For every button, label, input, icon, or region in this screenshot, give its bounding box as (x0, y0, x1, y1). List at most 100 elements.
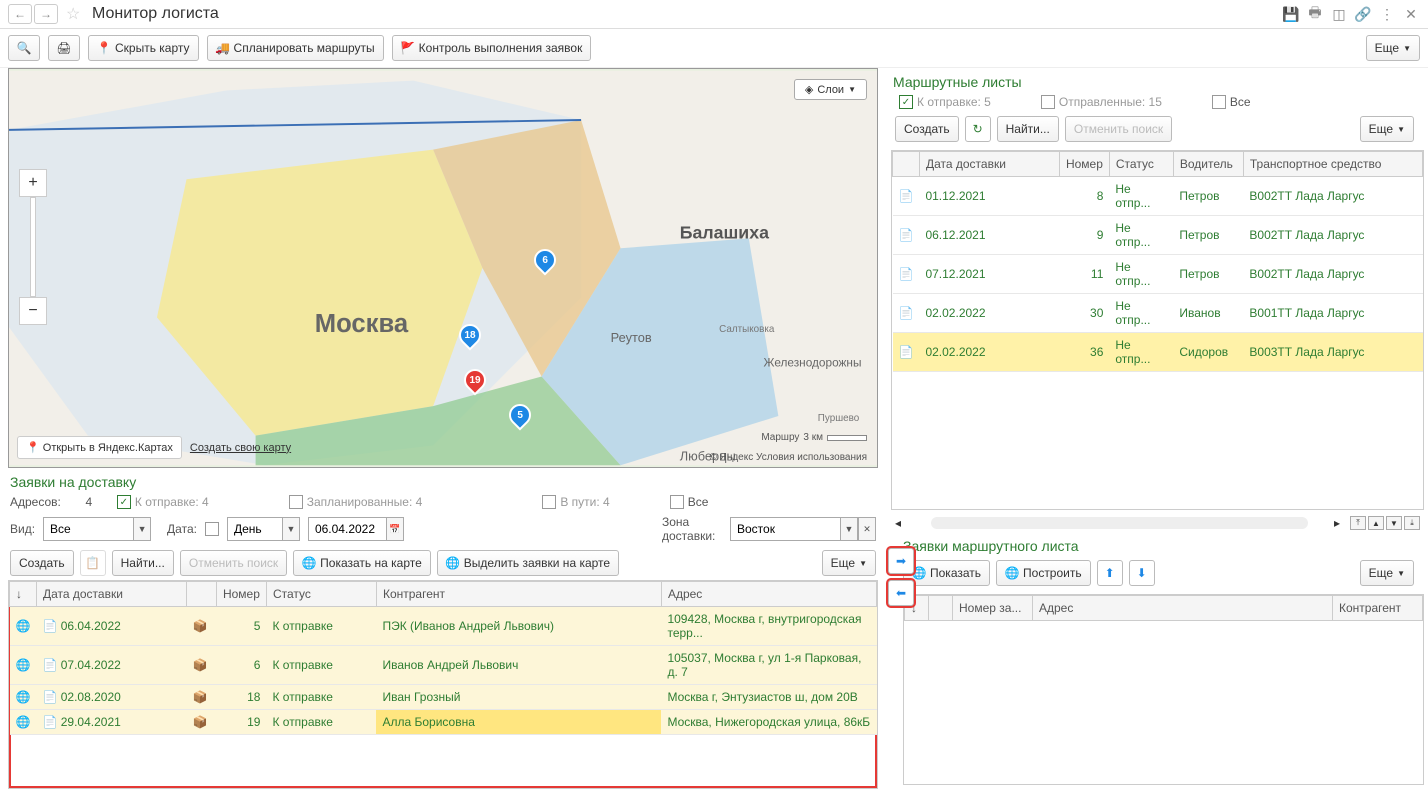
zone-dropdown[interactable]: ▼ (840, 517, 858, 541)
find-order-button[interactable]: Найти... (112, 550, 174, 576)
table-row[interactable]: 📄02.02.202230Не отпр...ИвановВ001ТТ Лада… (893, 294, 1423, 333)
table-row[interactable]: 🌐📄 29.04.2021📦19К отправкеАлла Борисовна… (10, 710, 877, 735)
zone-select[interactable] (730, 517, 840, 541)
svg-text:Пуршево: Пуршево (818, 413, 860, 424)
new-window-icon[interactable]: ◫ (1330, 5, 1348, 23)
nav-down[interactable]: ▼ (1386, 516, 1402, 530)
nav-forward-button[interactable]: → (34, 4, 58, 24)
printer-icon: 🖨 (57, 41, 71, 55)
view-label: Вид: (10, 522, 35, 536)
show-on-map-button[interactable]: 🌐Показать на карте (293, 550, 431, 576)
build-route-button[interactable]: 🌐Построить (996, 560, 1091, 586)
flag-icon: 🚩 (401, 41, 415, 55)
view-select-dropdown[interactable]: ▼ (133, 517, 151, 541)
checkbox-route-sent[interactable] (1041, 95, 1055, 109)
routes-more-button[interactable]: Еще ▼ (1360, 116, 1414, 142)
search-button[interactable]: 🔍 (8, 35, 40, 61)
checkbox-date[interactable] (205, 522, 219, 536)
card-view-button[interactable]: 📋 (80, 550, 106, 576)
map-marker-6[interactable]: 6 (534, 249, 556, 277)
table-row[interactable]: 🌐📄 06.04.2022📦5К отправкеПЭК (Иванов Анд… (10, 607, 877, 646)
move-down-button[interactable]: ⬇ (1129, 560, 1155, 586)
date-input[interactable] (308, 517, 386, 541)
zoom-in-button[interactable]: + (19, 169, 47, 197)
map-area[interactable]: Москва Балашиха Реутов Железнодорожны Лю… (8, 68, 878, 468)
orders-table[interactable]: ↓ Дата доставки Номер Статус Контрагент … (8, 580, 878, 789)
checkbox-route-to-send[interactable]: ✓ (899, 95, 913, 109)
date-label: Дата: (167, 522, 197, 536)
more-button[interactable]: Еще ▼ (1366, 35, 1420, 61)
nav-up[interactable]: ▲ (1368, 516, 1384, 530)
globe-icon: 🌐 (912, 566, 926, 580)
hide-map-button[interactable]: 📍Скрыть карту (88, 35, 199, 61)
transfer-right-button[interactable]: ➡ (888, 548, 914, 574)
svg-text:Салтыковка: Салтыковка (719, 324, 775, 335)
link-icon[interactable]: 🔗 (1354, 5, 1372, 23)
print-icon[interactable]: 🖶 (1306, 5, 1324, 23)
map-marker-18[interactable]: 18 (459, 324, 481, 352)
map-layers-button[interactable]: ◈ Слои ▼ (794, 79, 867, 100)
control-orders-button[interactable]: 🚩Контроль выполнения заявок (392, 35, 592, 61)
checkbox-all[interactable] (670, 495, 684, 509)
routes-hscroll[interactable] (931, 517, 1308, 529)
nav-back-button[interactable]: ← (8, 4, 32, 24)
date-mode-dropdown[interactable]: ▼ (282, 517, 300, 541)
checkbox-to-send[interactable]: ✓ (117, 495, 131, 509)
routes-table[interactable]: Дата доставки Номер Статус Водитель Тран… (891, 150, 1424, 510)
checkbox-planned[interactable] (289, 495, 303, 509)
page-title: Монитор логиста (92, 5, 1282, 23)
orders-more-button[interactable]: Еще ▼ (822, 550, 876, 576)
transfer-left-button[interactable]: ⬅ (888, 580, 914, 606)
map-marker-5[interactable]: 5 (509, 404, 531, 432)
move-up-button[interactable]: ⬆ (1097, 560, 1123, 586)
address-count-value: 4 (69, 495, 109, 509)
find-route-button[interactable]: Найти... (997, 116, 1059, 142)
address-count-label: Адресов: (10, 495, 61, 509)
table-row[interactable]: 📄01.12.20218Не отпр...ПетровВ002ТТ Лада … (893, 177, 1423, 216)
table-row[interactable]: 🌐📄 02.08.2020📦18К отправкеИван ГрозныйМо… (10, 685, 877, 710)
date-mode-select[interactable] (227, 517, 282, 541)
search-icon: 🔍 (17, 41, 31, 55)
create-map-link[interactable]: Создать свою карту (190, 442, 291, 454)
show-route-order-button[interactable]: 🌐Показать (903, 560, 990, 586)
close-icon[interactable]: ✕ (1402, 5, 1420, 23)
top-toolbar: 🔍 🖨 📍Скрыть карту 🚚Спланировать маршруты… (0, 29, 1428, 68)
svg-text:Балашиха: Балашиха (680, 222, 769, 242)
pin-icon: 📍 (97, 41, 111, 55)
nav-first[interactable]: ⤒ (1350, 516, 1366, 530)
calendar-icon[interactable]: 📅 (386, 517, 404, 541)
more-menu-icon[interactable]: ⋮ (1378, 5, 1396, 23)
plan-routes-button[interactable]: 🚚Спланировать маршруты (207, 35, 384, 61)
table-row[interactable]: 📄02.02.202236Не отпр...СидоровВ003ТТ Лад… (893, 333, 1423, 372)
zone-clear[interactable]: ✕ (858, 517, 876, 541)
open-yandex-button[interactable]: 📍 Открыть в Яндекс.Картах (17, 436, 182, 459)
checkbox-route-all[interactable] (1212, 95, 1226, 109)
globe-icon: 🌐 (302, 556, 316, 570)
route-orders-more-button[interactable]: Еще ▼ (1360, 560, 1414, 586)
cancel-search-route-button: Отменить поиск (1065, 116, 1172, 142)
checkbox-in-transit[interactable] (542, 495, 556, 509)
save-icon[interactable]: 💾 (1282, 5, 1300, 23)
refresh-route-button[interactable]: ↻ (965, 116, 991, 142)
table-row[interactable]: 🌐📄 07.04.2022📦6К отправкеИванов Андрей Л… (10, 646, 877, 685)
table-row[interactable]: 📄06.12.20219Не отпр...ПетровВ002ТТ Лада … (893, 216, 1423, 255)
map-copyright: © Яндекс Условия использования (709, 452, 867, 463)
svg-text:Железнодорожны: Железнодорожны (764, 356, 862, 370)
map-marker-19[interactable]: 19 (464, 369, 486, 397)
route-orders-table[interactable]: ↓ Номер за... Адрес Контрагент (903, 594, 1424, 785)
nav-last[interactable]: ⤓ (1404, 516, 1420, 530)
svg-text:Москва: Москва (315, 310, 409, 338)
routes-section-title: Маршрутные листы (891, 68, 1424, 92)
chevron-down-icon: ▼ (848, 85, 856, 94)
table-row[interactable]: 📄07.12.202111Не отпр...ПетровВ002ТТ Лада… (893, 255, 1423, 294)
create-order-button[interactable]: Создать (10, 550, 74, 576)
select-on-map-button[interactable]: 🌐Выделить заявки на карте (437, 550, 619, 576)
zoom-slider[interactable] (30, 197, 36, 297)
globe-icon: 🌐 (1005, 566, 1019, 580)
view-select[interactable] (43, 517, 133, 541)
favorite-star-icon[interactable]: ☆ (66, 4, 86, 24)
print-button[interactable]: 🖨 (48, 35, 80, 61)
chevron-down-icon: ▼ (1403, 44, 1411, 53)
zoom-out-button[interactable]: − (19, 297, 47, 325)
create-route-button[interactable]: Создать (895, 116, 959, 142)
